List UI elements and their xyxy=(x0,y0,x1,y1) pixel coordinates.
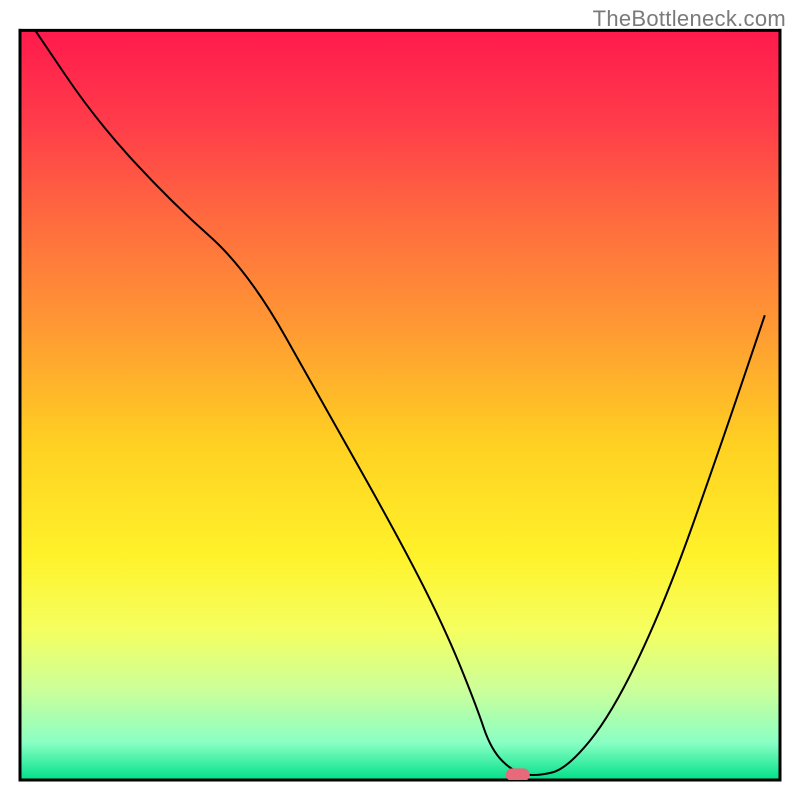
optimal-point-marker xyxy=(506,768,530,781)
bottleneck-plot xyxy=(0,0,800,800)
chart-container: TheBottleneck.com xyxy=(0,0,800,800)
attribution-text: TheBottleneck.com xyxy=(593,6,786,32)
gradient-background xyxy=(20,30,780,780)
